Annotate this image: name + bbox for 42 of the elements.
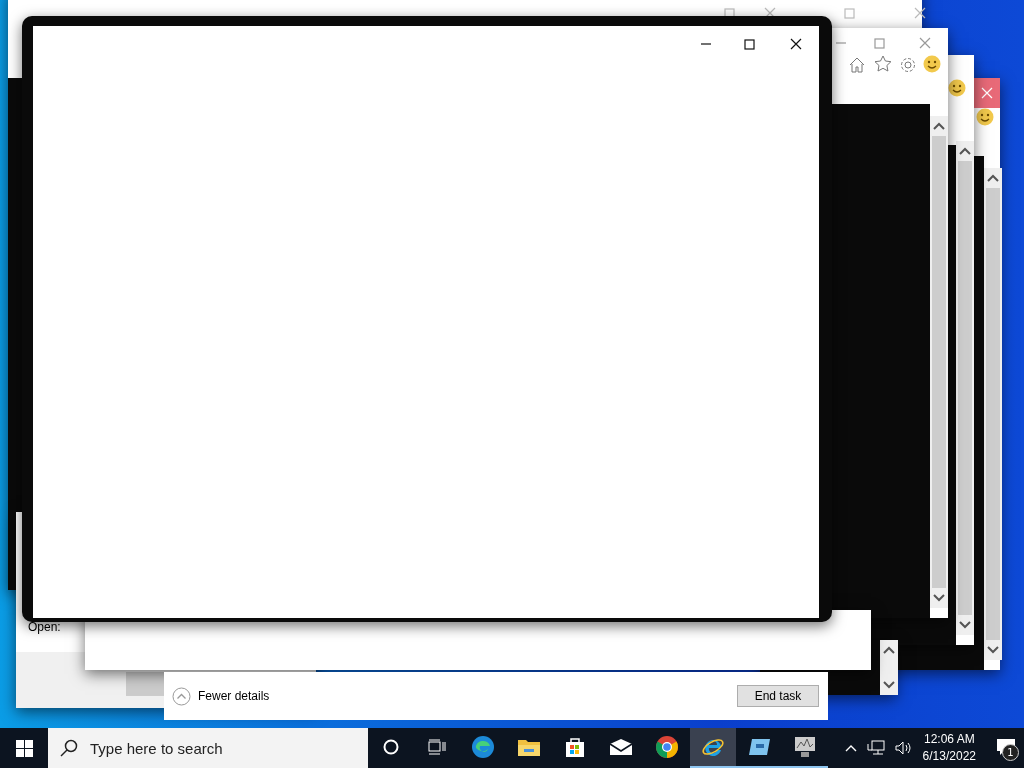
home-icon[interactable] [848,56,866,74]
task-view-icon[interactable] [428,739,446,755]
scroll-up-icon[interactable] [987,174,999,182]
scroll-up-icon[interactable] [883,646,895,654]
remote-desktop-icon[interactable] [747,738,771,756]
scroll-down-icon[interactable] [959,621,971,629]
smiley-icon[interactable] [923,55,941,73]
chrome-icon[interactable] [655,735,679,759]
gear-icon[interactable] [899,56,917,74]
scroll-thumb[interactable] [986,188,1000,640]
chevron-up-icon[interactable] [844,744,857,752]
smiley-icon[interactable] [976,108,994,126]
search-field[interactable]: Type here to search [48,728,368,768]
scroll-down-icon[interactable] [883,681,895,689]
scroll-thumb[interactable] [958,161,972,615]
notification-count: 1 [1002,744,1019,761]
close-icon[interactable] [913,7,926,19]
circle-icon[interactable] [383,739,399,755]
open-label: Open: [28,620,61,634]
scroll-down-icon[interactable] [933,594,945,602]
envelope-icon[interactable] [609,738,633,756]
clock[interactable]: 12:06 AM 6/13/2022 [922,731,976,765]
close-button[interactable] [972,78,1000,108]
maximize-icon[interactable] [743,38,756,50]
network-icon[interactable] [866,740,885,756]
scroll-thumb[interactable] [932,136,946,588]
smiley-icon[interactable] [948,79,966,97]
fewer-details-link[interactable]: Fewer details [198,689,270,703]
shopping-bag-icon[interactable] [564,736,586,758]
search-placeholder: Type here to search [90,739,223,757]
folder-icon[interactable] [517,737,541,757]
scroll-up-icon[interactable] [933,122,945,130]
speaker-icon[interactable] [894,740,913,756]
edge-icon[interactable] [471,735,495,759]
monitor-icon[interactable] [793,736,817,758]
search-icon [60,739,78,757]
close-icon[interactable] [789,38,802,50]
scroll-down-icon[interactable] [987,646,999,654]
end-task-button[interactable]: End task [737,685,819,707]
star-icon[interactable] [874,55,892,73]
scroll-up-icon[interactable] [959,147,971,155]
windows-start-icon[interactable] [15,739,33,757]
